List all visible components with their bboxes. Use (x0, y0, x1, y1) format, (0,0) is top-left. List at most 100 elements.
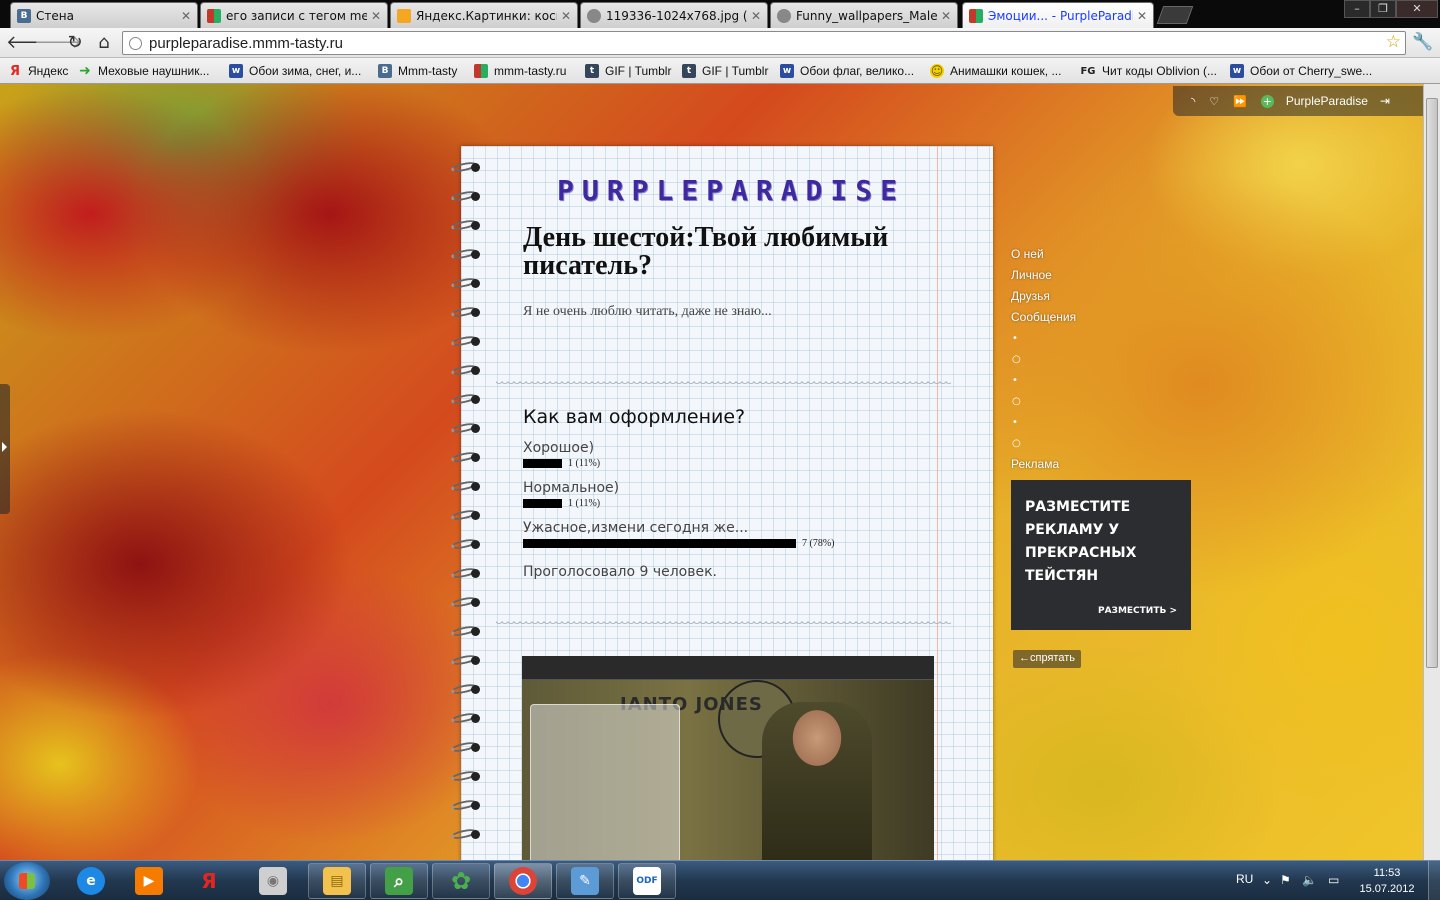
browser-tab[interactable]: его записи с тегом mess ✕ (200, 2, 388, 28)
spiral-coil (449, 682, 487, 696)
bookmark-item[interactable]: w Обои флаг, велико... (780, 62, 914, 80)
bookmark-item[interactable]: w Обои от Cherry_swe... (1230, 62, 1372, 80)
divider (496, 380, 951, 386)
nav-bullet[interactable]: ○ (1011, 349, 1076, 370)
ie-icon: e (77, 867, 105, 895)
reload-button[interactable]: ↻ (64, 32, 86, 54)
spiral-coil (449, 479, 487, 493)
poll-option-label: Нормальное) (523, 480, 620, 496)
nav-bullet[interactable]: ○ (1011, 433, 1076, 454)
show-desktop-button[interactable] (1428, 861, 1440, 900)
browser-tab-active[interactable]: Эмоции... - PurpleParadi ✕ (962, 2, 1154, 28)
taskbar-app[interactable]: ODF (618, 863, 676, 899)
nav-item-about[interactable]: О ней (1011, 244, 1076, 265)
poll-option-label: Хорошое) (523, 440, 595, 456)
close-icon[interactable]: ✕ (371, 9, 381, 23)
tab-title: 119336-1024x768.jpg (1024 (606, 8, 747, 23)
browser-tab[interactable]: Funny_wallpapers_Males_a ✕ (770, 2, 958, 28)
nav-item-personal[interactable]: Личное (1011, 265, 1076, 286)
poll-total: Проголосовало 9 человек. (523, 564, 717, 580)
clock[interactable]: 11:53 15.07.2012 (1352, 865, 1422, 897)
bookmark-item[interactable]: Я Яндекс (8, 62, 68, 80)
ad-banner[interactable]: РАЗМЕСТИТЕ РЕКЛАМУ У ПРЕКРАСНЫХ ТЕЙСТЯН … (1011, 480, 1191, 630)
new-tab-button[interactable] (1156, 6, 1194, 24)
bookmark-item[interactable]: t GIF | Tumblr (682, 62, 768, 80)
add-icon[interactable]: + (1260, 94, 1274, 108)
wrench-icon[interactable]: 🔧 (1412, 32, 1433, 52)
yandex-icon: Я (9, 63, 20, 79)
rss-icon[interactable]: ◝ (1191, 95, 1195, 108)
browser-tab[interactable]: B Стена ✕ (10, 2, 198, 28)
spiral-coil (449, 218, 487, 232)
minimize-button[interactable]: – (1344, 0, 1370, 18)
taskbar-app[interactable]: ▤ (308, 863, 366, 899)
url-text[interactable]: purpleparadise.mmm-tasty.ru (149, 35, 343, 52)
nav-bullet[interactable]: • (1011, 370, 1076, 391)
nav-bullet[interactable]: ○ (1011, 391, 1076, 412)
blog-name-link[interactable]: PurpleParadise (1286, 94, 1368, 108)
scrollbar-thumb[interactable] (1426, 98, 1438, 668)
close-icon[interactable]: ✕ (1137, 9, 1147, 23)
image-icon (777, 8, 791, 23)
spiral-coil (449, 798, 487, 812)
network-icon[interactable]: ▭ (1328, 873, 1339, 887)
bookmark-item[interactable]: FG Чит коды Oblivion (... (1080, 62, 1217, 80)
post-title[interactable]: День шестой:Твой любимый писатель? (523, 224, 923, 280)
browser-tab[interactable]: 119336-1024x768.jpg (1024 ✕ (580, 2, 768, 28)
heart-icon[interactable]: ♡ (1209, 95, 1219, 108)
poll-option[interactable]: Ужасное,измени сегодня же... 7 (78%) (523, 520, 835, 549)
poll-option[interactable]: Нормальное) 1 (11%) (523, 480, 619, 509)
site-logo[interactable]: PURPLEPARADISE (551, 174, 911, 207)
taskbar-app[interactable]: ✿ (432, 863, 490, 899)
nav-item-ads[interactable]: Реклама (1011, 454, 1076, 475)
wallpaper-icon: w (229, 64, 243, 78)
sound-icon[interactable]: 🔈 (1302, 873, 1317, 887)
spiral-coil (449, 450, 487, 464)
nav-item-messages[interactable]: Сообщения (1011, 307, 1076, 328)
taskbar-app[interactable]: Я (180, 863, 238, 899)
taskbar-app[interactable]: ◎ (494, 863, 552, 899)
logout-icon[interactable]: ⇥ (1380, 94, 1390, 108)
ad-button[interactable]: РАЗМЕСТИТЬ > (1098, 606, 1177, 616)
fast-forward-icon[interactable]: ⏩ (1233, 95, 1247, 108)
vertical-scrollbar[interactable] (1423, 84, 1440, 860)
address-bar[interactable]: purpleparadise.mmm-tasty.ru ☆ (122, 31, 1406, 55)
language-indicator[interactable]: RU (1236, 872, 1253, 886)
flag-icon[interactable]: ⚑ (1280, 873, 1291, 887)
bookmark-item[interactable]: w Обои зима, снег, и... (229, 62, 361, 80)
nav-bullet[interactable]: • (1011, 328, 1076, 349)
taskbar-app[interactable]: ✎ (556, 863, 614, 899)
taskbar-app[interactable]: ▶ (120, 863, 178, 899)
poll-option-label: Ужасное,измени сегодня же... (523, 520, 749, 536)
smiley-icon: ☺ (930, 64, 944, 78)
close-icon[interactable]: ✕ (941, 9, 951, 23)
close-icon[interactable]: ✕ (561, 9, 571, 23)
poll-option[interactable]: Хорошое) 1 (11%) (523, 440, 600, 469)
forward-button[interactable]: 🡒 (34, 32, 82, 54)
nav-item-friends[interactable]: Друзья (1011, 286, 1076, 307)
back-button[interactable]: 🡐 (6, 32, 54, 54)
start-button[interactable] (4, 862, 50, 900)
chevron-down-icon[interactable]: ⌄ (1262, 873, 1272, 887)
bookmark-star-icon[interactable]: ☆ (1386, 32, 1401, 52)
close-icon[interactable]: ✕ (181, 9, 191, 23)
taskbar-app[interactable]: ◉ (244, 863, 302, 899)
close-window-button[interactable]: ✕ (1396, 0, 1438, 18)
side-panel-handle[interactable] (0, 384, 10, 514)
taskbar-app[interactable]: ⌕ (370, 863, 428, 899)
bookmark-item[interactable]: B Mmm-tasty (378, 62, 457, 80)
bookmark-item[interactable]: mmm-tasty.ru (474, 62, 566, 80)
taskbar-app[interactable]: e (62, 863, 120, 899)
browser-tab[interactable]: Яндекс.Картинки: космос ✕ (390, 2, 578, 28)
bookmark-label: Чит коды Oblivion (... (1102, 64, 1217, 78)
hide-sidebar-link[interactable]: ←спрятать (1013, 650, 1081, 668)
close-icon[interactable]: ✕ (751, 9, 761, 23)
nav-bullet[interactable]: • (1011, 412, 1076, 433)
home-icon[interactable]: ⌂ (93, 32, 115, 54)
bookmark-item[interactable]: ☺ Анимашки кошек, ... (930, 62, 1061, 80)
maximize-button[interactable]: ❐ (1370, 0, 1396, 18)
post-image[interactable]: IANTO JONES (522, 656, 934, 860)
bookmark-item[interactable]: t GIF | Tumblr (585, 62, 671, 80)
spiral-coil (449, 392, 487, 406)
bookmark-item[interactable]: ➜ Меховые наушник... (78, 62, 209, 80)
